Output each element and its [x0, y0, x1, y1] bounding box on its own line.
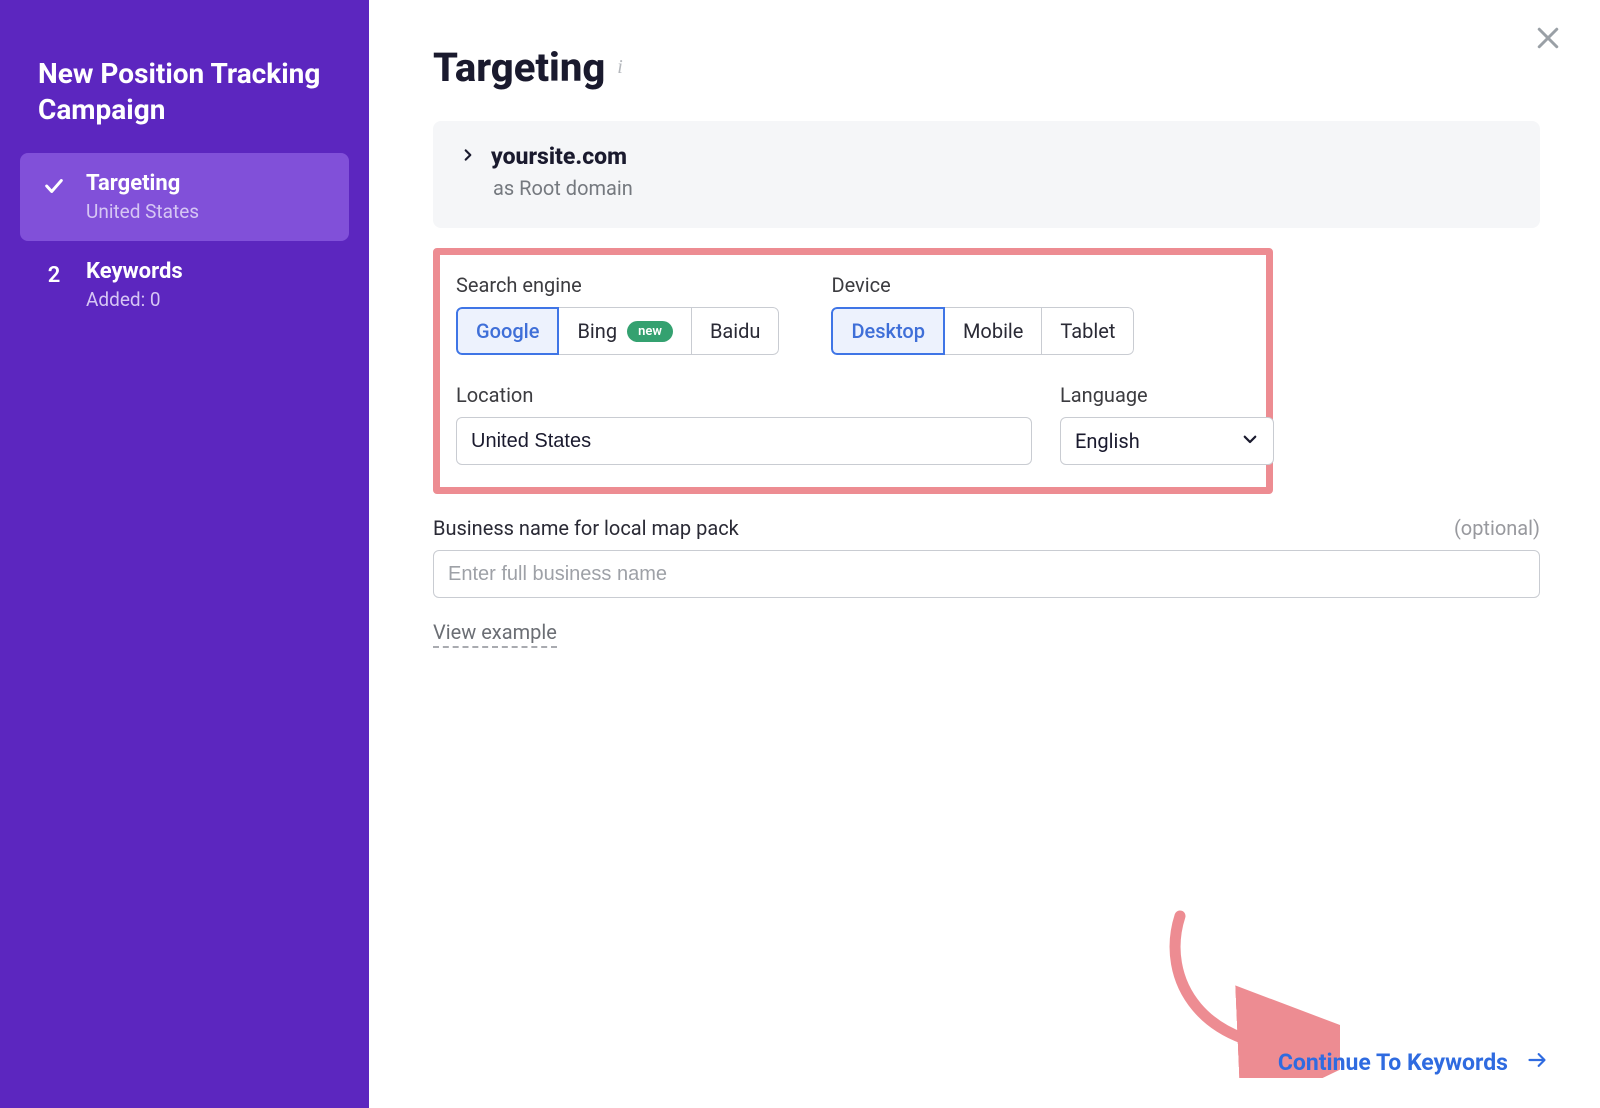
- device-toggle: Desktop Mobile Tablet: [831, 307, 1134, 355]
- domain-sub: as Root domain: [493, 176, 1512, 200]
- step-title: Targeting: [86, 171, 199, 196]
- step-targeting[interactable]: Targeting United States: [20, 153, 349, 241]
- seg-baidu[interactable]: Baidu: [691, 307, 780, 355]
- step-title: Keywords: [86, 259, 183, 284]
- language-label: Language: [1060, 383, 1274, 407]
- location-label: Location: [456, 383, 1032, 407]
- arrow-right-icon: [1524, 1049, 1550, 1076]
- search-engine-label: Search engine: [456, 273, 779, 297]
- main-content: Targeting i yoursite.com as Root domain …: [369, 0, 1600, 1108]
- view-example-link[interactable]: View example: [433, 620, 557, 648]
- page-title: Targeting i: [433, 44, 1540, 91]
- location-input[interactable]: [456, 417, 1032, 465]
- language-select[interactable]: English: [1060, 417, 1274, 465]
- business-label: Business name for local map pack: [433, 516, 739, 540]
- close-button[interactable]: [1526, 16, 1570, 60]
- sidebar: New Position Tracking Campaign Targeting…: [0, 0, 369, 1108]
- search-engine-toggle: Google Bing new Baidu: [456, 307, 779, 355]
- seg-google[interactable]: Google: [456, 307, 559, 355]
- step-sub: United States: [86, 200, 199, 223]
- seg-tablet[interactable]: Tablet: [1041, 307, 1134, 355]
- sidebar-title: New Position Tracking Campaign: [20, 36, 349, 153]
- step-keywords[interactable]: 2 Keywords Added: 0: [20, 241, 349, 329]
- chevron-down-icon: [1241, 429, 1259, 453]
- optional-label: (optional): [1454, 516, 1540, 540]
- check-icon: [40, 171, 68, 197]
- chevron-right-icon: [461, 143, 475, 170]
- seg-desktop[interactable]: Desktop: [831, 307, 945, 355]
- step-sub: Added: 0: [86, 288, 183, 311]
- targeting-options: Search engine Google Bing new Baidu Devi…: [433, 248, 1273, 494]
- business-input[interactable]: [433, 550, 1540, 598]
- seg-mobile[interactable]: Mobile: [944, 307, 1042, 355]
- step-number: 2: [40, 259, 68, 288]
- badge-new: new: [627, 321, 673, 342]
- business-section: Business name for local map pack (option…: [433, 516, 1540, 648]
- device-label: Device: [831, 273, 1134, 297]
- seg-bing[interactable]: Bing new: [558, 307, 691, 355]
- info-icon[interactable]: i: [617, 56, 623, 79]
- domain-name: yoursite.com: [491, 143, 627, 170]
- domain-card[interactable]: yoursite.com as Root domain: [433, 121, 1540, 228]
- continue-button[interactable]: Continue To Keywords: [1278, 1049, 1550, 1076]
